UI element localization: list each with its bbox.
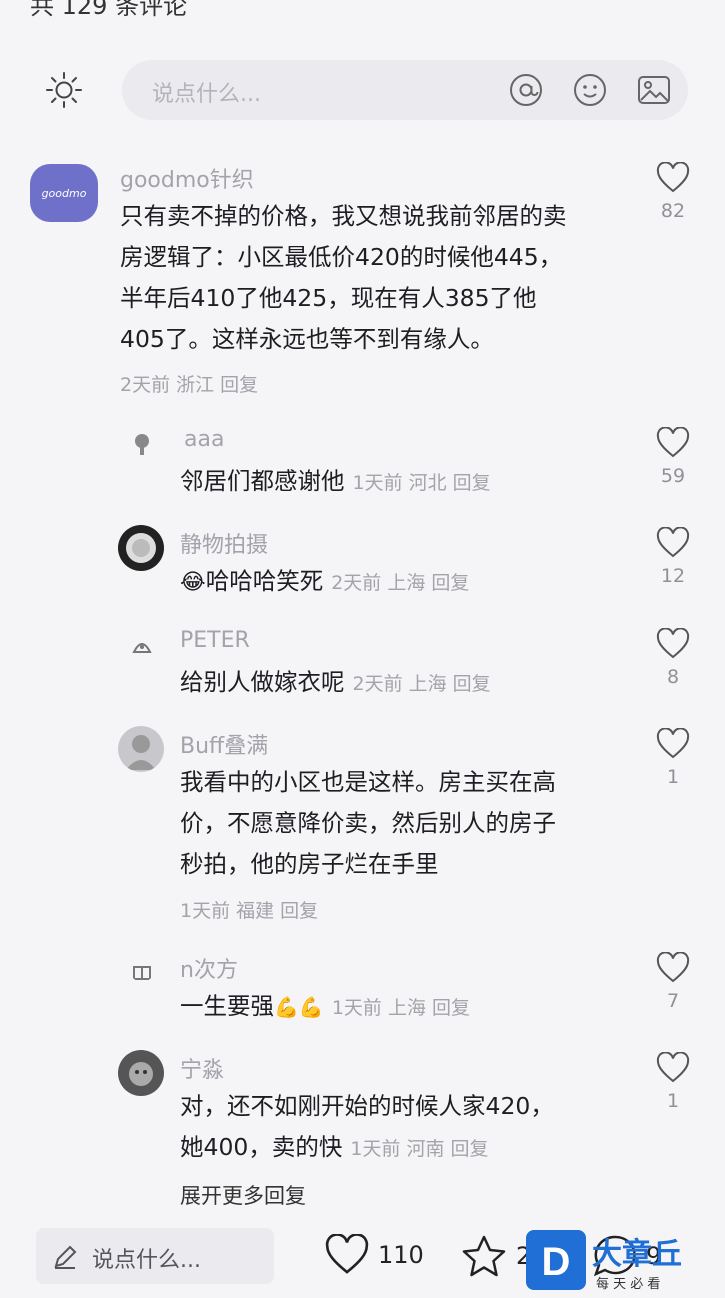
watermark-letter: D — [542, 1240, 571, 1284]
comment-text-line: 秒拍，他的房子烂在手里 — [180, 850, 439, 878]
comment-text-line: 一生要强 — [180, 992, 274, 1020]
comment-meta[interactable]: 1天前 河北 回复 — [353, 472, 491, 494]
like-button[interactable]: 7 — [645, 952, 701, 1012]
comment-username[interactable]: 静物拍摄 — [180, 527, 268, 559]
like-count: 1 — [666, 1090, 680, 1112]
comment-composer: 说点什么... — [0, 58, 725, 122]
like-count: 1 — [666, 766, 680, 788]
comment-text-line: 对，还不如刚开始的时候人家420， — [180, 1092, 554, 1120]
pencil-icon — [54, 1245, 77, 1269]
comment-text: 我看中的小区也是这样。房主买在高 价，不愿意降价卖，然后别人的房子 秒拍，他的房… — [180, 762, 556, 885]
comment-meta[interactable]: 1天前 福建 回复 — [180, 896, 318, 923]
image-icon[interactable] — [636, 72, 672, 108]
comment-meta[interactable]: 2天前 上海 回复 — [353, 673, 491, 695]
emoji-icon[interactable] — [572, 72, 608, 108]
comment-text: 一生要强💪💪 1天前 上海 回复 — [180, 986, 470, 1029]
favorite-stat-button[interactable]: 2 — [460, 1234, 531, 1278]
avatar[interactable] — [128, 431, 156, 459]
comment-text-line: 我看中的小区也是这样。房主买在高 — [180, 768, 556, 796]
avatar[interactable] — [118, 1050, 164, 1096]
bottom-input-placeholder: 说点什么... — [92, 1248, 201, 1273]
avatar[interactable] — [118, 726, 164, 772]
comment-text-line: 房逻辑了：小区最低价420的时候他445， — [120, 243, 563, 271]
sun-icon[interactable] — [44, 70, 84, 110]
heart-icon — [325, 1234, 369, 1274]
watermark-slogan: 每 天 必 看 — [596, 1276, 660, 1292]
gift-avatar-icon — [133, 966, 151, 980]
comment-text: 😂哈哈哈笑死 2天前 上海 回复 — [180, 561, 469, 604]
comment-text-line: 哈哈哈笑死 — [205, 567, 324, 595]
comment-username[interactable]: aaa — [184, 427, 224, 452]
comment-text: 对，还不如刚开始的时候人家420， 她400，卖的快 1天前 河南 回复 — [180, 1086, 554, 1170]
watermark-text: 大章丘 — [592, 1237, 682, 1272]
comment-text: 邻居们都感谢他 1天前 河北 回复 — [180, 461, 491, 504]
comment-text-line: 价，不愿意降价卖，然后别人的房子 — [180, 809, 556, 837]
plate-avatar-icon — [126, 533, 156, 563]
like-button[interactable]: 12 — [645, 527, 701, 587]
comment-text-line: 405了。这样永远也等不到有缘人。 — [120, 325, 494, 353]
doodle-avatar-icon — [132, 643, 152, 653]
like-stat-button[interactable]: 110 — [324, 1234, 424, 1276]
person-avatar-icon — [126, 735, 156, 770]
comment-text-line: 只有卖不掉的价格，我又想说我前邻居的卖 — [120, 202, 567, 230]
comment-meta[interactable]: 2天前 浙江 回复 — [120, 370, 258, 397]
heart-icon — [656, 162, 690, 193]
comment-username[interactable]: goodmo针织 — [120, 162, 254, 194]
avatar[interactable] — [118, 525, 164, 571]
comment-meta[interactable]: 2天前 上海 回复 — [331, 572, 469, 594]
expand-more-replies-link[interactable]: 展开更多回复 — [180, 1180, 306, 1210]
like-count: 12 — [660, 565, 686, 587]
heart-icon — [656, 527, 690, 558]
comment-count: 共 129 条评论 — [30, 0, 188, 20]
avatar[interactable] — [130, 634, 154, 658]
bottom-comment-input[interactable]: 说点什么... — [36, 1228, 274, 1284]
comment-meta[interactable]: 1天前 上海 回复 — [332, 997, 470, 1019]
comment-username[interactable]: n次方 — [180, 952, 238, 984]
like-button[interactable]: 82 — [645, 162, 701, 222]
like-button[interactable]: 8 — [645, 628, 701, 688]
comment-meta[interactable]: 1天前 河南 回复 — [350, 1138, 488, 1160]
comment-username[interactable]: 宁淼 — [180, 1052, 224, 1084]
comment-text-line: 邻居们都感谢他 — [180, 467, 345, 495]
comment-text-line: 她400，卖的快 — [180, 1133, 343, 1161]
comment-text-line: 给别人做嫁衣呢 — [180, 668, 345, 696]
broccoli-avatar-icon — [135, 434, 149, 455]
comment-text: 给别人做嫁衣呢 2天前 上海 回复 — [180, 662, 491, 705]
like-button[interactable]: 1 — [645, 1052, 701, 1112]
heart-icon — [656, 628, 690, 659]
flex-emoji-icon: 💪💪 — [274, 995, 324, 1019]
watermark-logo: D 大章丘 每 天 必 看 — [526, 1230, 682, 1292]
laugh-emoji-icon: 😂 — [180, 570, 206, 595]
like-button[interactable]: 59 — [645, 427, 701, 487]
like-count: 7 — [666, 990, 680, 1012]
comment-username[interactable]: Buff叠满 — [180, 728, 268, 760]
avatar-text: goodmo — [41, 186, 87, 200]
heart-icon — [656, 952, 690, 983]
comment-username[interactable]: PETER — [180, 628, 250, 653]
dog-avatar-icon — [129, 1062, 153, 1086]
at-icon[interactable] — [508, 72, 544, 108]
like-button[interactable]: 1 — [645, 728, 701, 788]
like-total: 110 — [378, 1241, 424, 1269]
comment-input[interactable]: 说点什么... — [122, 60, 688, 120]
heart-icon — [656, 728, 690, 759]
comment-text-line: 半年后410了他425，现在有人385了他 — [120, 284, 537, 312]
star-icon — [462, 1235, 506, 1277]
like-count: 59 — [660, 465, 686, 487]
heart-icon — [656, 1052, 690, 1083]
comment-input-placeholder: 说点什么... — [152, 82, 261, 107]
avatar[interactable] — [130, 958, 154, 982]
heart-icon — [656, 427, 690, 458]
avatar[interactable]: goodmo — [30, 164, 98, 222]
comment-text: 只有卖不掉的价格，我又想说我前邻居的卖 房逻辑了：小区最低价420的时候他445… — [120, 196, 567, 360]
like-count: 82 — [660, 200, 686, 222]
like-count: 8 — [666, 666, 680, 688]
